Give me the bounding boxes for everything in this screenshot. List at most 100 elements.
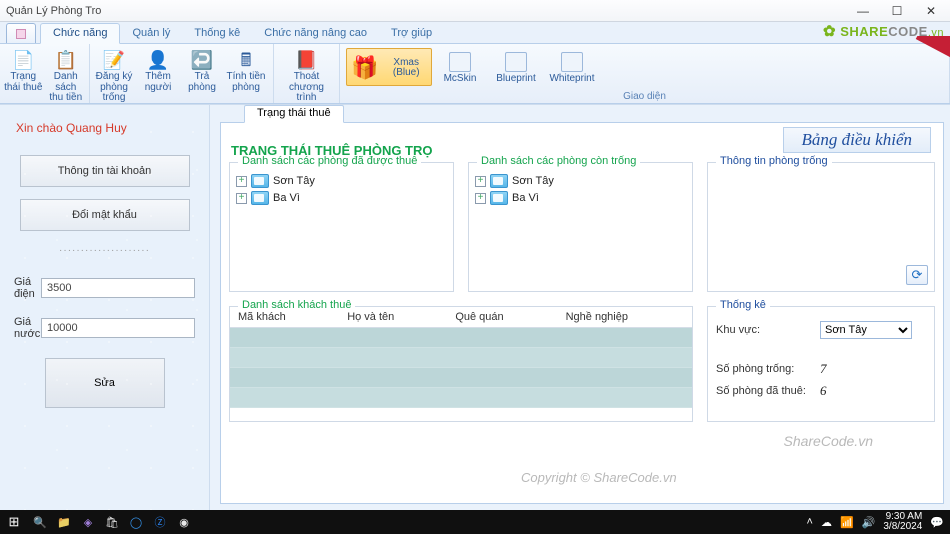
- electricity-price-label: Giá điện: [14, 276, 41, 300]
- expand-icon[interactable]: +: [475, 193, 486, 204]
- table-row[interactable]: [230, 368, 692, 388]
- page-tab-trangthaithue[interactable]: Trạng thái thuê: [244, 105, 344, 123]
- ribbon-tab-nangcao[interactable]: Chức năng nâng cao: [252, 24, 379, 43]
- ribbon-skin-mcskin[interactable]: McSkin: [432, 48, 488, 89]
- window-minimize-button[interactable]: —: [846, 1, 880, 21]
- calculator-icon: [235, 49, 257, 71]
- tray-notifications-icon[interactable]: 💬: [930, 516, 944, 529]
- ribbon-btn-danhsachthutien[interactable]: Danh sách thu tiền: [45, 46, 88, 105]
- folder-icon: [490, 174, 508, 188]
- table-row[interactable]: [230, 348, 692, 368]
- rented-rooms-legend: Danh sách các phòng đã được thuê: [238, 155, 421, 167]
- exit-icon: [296, 49, 318, 71]
- ribbon-btn-themnguoi[interactable]: Thêm người: [136, 46, 180, 105]
- change-password-button[interactable]: Đổi mật khẩu: [20, 199, 190, 231]
- refresh-button[interactable]: ⟳: [906, 265, 928, 285]
- stats-area-select[interactable]: Sơn Tây: [820, 321, 912, 339]
- taskbar-app-icon[interactable]: ◯: [124, 516, 148, 529]
- ribbon-skin-whiteprint[interactable]: Whiteprint: [544, 48, 600, 89]
- vacant-rooms-box: Danh sách các phòng còn trống +Sơn Tây +…: [468, 162, 693, 292]
- tray-cloud-icon[interactable]: ☁: [821, 516, 832, 529]
- workspace: Xin chào Quang Huy Thông tin tài khoản Đ…: [0, 104, 950, 510]
- taskbar-vs-icon[interactable]: ◈: [76, 516, 100, 529]
- ribbon-tab-thongke[interactable]: Thống kê: [182, 24, 252, 43]
- vacant-rooms-legend: Danh sách các phòng còn trống: [477, 155, 640, 167]
- gift-icon: [351, 54, 378, 82]
- windows-taskbar[interactable]: ⊞ 🔍 📁 ◈ 🛍 ◯ Ⓩ ◉ ˄ ☁ 📶 🔊 9:30 AM 3/8/2024…: [0, 510, 950, 534]
- start-button[interactable]: ⊞: [0, 514, 28, 530]
- folder-icon: [251, 174, 269, 188]
- tenants-table-box: Danh sách khách thuê Mã khách Họ và tên …: [229, 306, 693, 422]
- separator-dots: ·····················: [10, 245, 199, 256]
- taskbar-chrome-icon[interactable]: ◉: [172, 516, 196, 529]
- tree-node-sontay[interactable]: +Sơn Tây: [236, 174, 447, 188]
- tree-node-sontay[interactable]: +Sơn Tây: [475, 174, 686, 188]
- col-quequan[interactable]: Quê quán: [447, 307, 557, 328]
- window-title: Quản Lý Phòng Tro: [6, 5, 101, 17]
- col-nghenghiep[interactable]: Nghề nghiệp: [558, 307, 692, 328]
- stats-area-label: Khu vực:: [716, 324, 820, 336]
- folder-icon: [251, 191, 269, 205]
- sharecode-logo: ✿ SHARECODE.vn: [823, 22, 944, 40]
- taskbar-zalo-icon[interactable]: Ⓩ: [148, 514, 172, 530]
- rented-rooms-box: Danh sách các phòng đã được thuê +Sơn Tâ…: [229, 162, 454, 292]
- ribbon-tab-quanly[interactable]: Quản lý: [120, 24, 182, 43]
- welcome-text: Xin chào Quang Huy: [16, 121, 199, 135]
- ribbon-group-giaodien: Giao diện: [342, 91, 947, 103]
- ribbon-btn-traphong[interactable]: Trả phòng: [180, 46, 224, 105]
- skin-preview-icon: [449, 52, 471, 72]
- skin-preview-icon: [505, 52, 527, 72]
- app-menu-icon: [16, 29, 26, 39]
- tray-wifi-icon[interactable]: 📶: [840, 516, 854, 529]
- edit-prices-button[interactable]: Sửa: [45, 358, 165, 408]
- water-price-label: Giá nước: [14, 316, 41, 340]
- taskbar-explorer-icon[interactable]: 📁: [52, 516, 76, 529]
- tree-node-bavi[interactable]: +Ba Vì: [475, 191, 686, 205]
- room-info-box: Thông tin phòng trống ⟳: [707, 162, 935, 292]
- tray-chevron-icon[interactable]: ˄: [807, 516, 813, 528]
- ribbon-btn-thoat[interactable]: Thoát chương trình: [276, 46, 337, 105]
- ribbon-btn-dangkyphong[interactable]: Đăng ký phòng trống: [92, 46, 136, 105]
- folder-icon: [490, 191, 508, 205]
- stats-vacant-label: Số phòng trống:: [716, 363, 820, 375]
- ribbon-tabstrip: Chức năng Quản lý Thống kê Chức năng nân…: [0, 22, 950, 44]
- watermark-copyright: Copyright © ShareCode.vn: [521, 470, 677, 485]
- tenants-legend: Danh sách khách thuê: [238, 299, 355, 311]
- register-icon: [103, 49, 125, 71]
- tree-node-bavi[interactable]: +Ba Vì: [236, 191, 447, 205]
- expand-icon[interactable]: +: [475, 176, 486, 187]
- window-maximize-button[interactable]: ☐: [880, 1, 914, 21]
- table-row[interactable]: [230, 328, 692, 348]
- ribbon-btn-trangthaithue[interactable]: Trạng thái thuê: [2, 46, 45, 105]
- sidebar: Xin chào Quang Huy Thông tin tài khoản Đ…: [0, 105, 210, 510]
- expand-icon[interactable]: +: [236, 176, 247, 187]
- expand-icon[interactable]: +: [236, 193, 247, 204]
- refresh-icon: ⟳: [912, 267, 923, 283]
- ribbon-skin-xmasblue[interactable]: Xmas (Blue): [346, 48, 432, 86]
- main-area: Trạng thái thuê Bảng điều khiển TRẠNG TH…: [210, 105, 950, 510]
- table-row[interactable]: [230, 388, 692, 408]
- taskbar-store-icon[interactable]: 🛍: [100, 516, 124, 529]
- electricity-price-input[interactable]: [41, 278, 195, 298]
- water-price-input[interactable]: [41, 318, 195, 338]
- ribbon-skin-blueprint[interactable]: Blueprint: [488, 48, 544, 89]
- taskbar-search-icon[interactable]: 🔍: [28, 516, 52, 529]
- dashboard-title: Bảng điều khiển: [783, 127, 931, 153]
- taskbar-clock[interactable]: 9:30 AM 3/8/2024: [883, 512, 922, 532]
- document-check-icon: [12, 49, 34, 71]
- skin-preview-icon: [561, 52, 583, 72]
- account-info-button[interactable]: Thông tin tài khoản: [20, 155, 190, 187]
- ribbon-file-tab[interactable]: [6, 23, 36, 43]
- window-titlebar: Quản Lý Phòng Tro — ☐ ✕: [0, 0, 950, 22]
- add-person-icon: [147, 49, 169, 71]
- ribbon-btn-tinhtien[interactable]: Tính tiền phòng: [224, 46, 268, 105]
- tray-volume-icon[interactable]: 🔊: [862, 516, 876, 529]
- ribbon-tab-trogiup[interactable]: Trợ giúp: [379, 24, 444, 43]
- ribbon: Trạng thái thuê Danh sách thu tiền Theo …: [0, 44, 950, 104]
- stats-vacant-value: 7: [820, 361, 827, 377]
- system-tray[interactable]: ˄ ☁ 📶 🔊 9:30 AM 3/8/2024 💬: [807, 512, 950, 532]
- ribbon-tab-chucnang[interactable]: Chức năng: [40, 23, 120, 44]
- watermark: ShareCode.vn: [783, 433, 873, 449]
- page-content: Bảng điều khiển TRẠNG THÁI THUÊ PHÒNG TR…: [220, 122, 944, 504]
- window-close-button[interactable]: ✕: [914, 1, 948, 21]
